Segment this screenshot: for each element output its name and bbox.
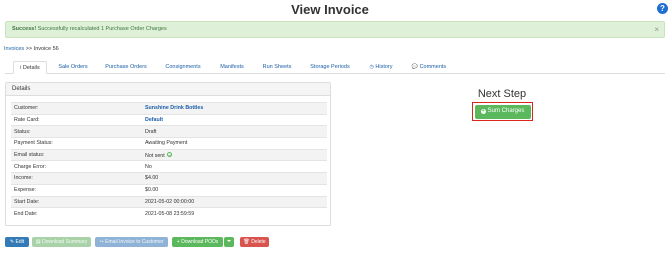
details-panel: Details Customer: Sunshine Drink Bottles …: [5, 82, 331, 226]
delete-label: Delete: [251, 239, 266, 245]
success-alert: Success! Successfully recalculated 1 Pur…: [5, 21, 665, 38]
tab-history[interactable]: ◷ History: [365, 61, 397, 74]
row-label: Rate Card:: [11, 113, 142, 126]
alert-message: Successfully recalculated 1 Purchase Ord…: [36, 26, 167, 32]
tab-label: Purchase Orders: [105, 64, 147, 70]
delete-button[interactable]: 🗑 Delete: [240, 237, 269, 247]
email-invoice-button[interactable]: ↪ Email Invoice to Customer: [95, 237, 168, 247]
info-icon: i: [20, 65, 22, 71]
breadcrumb: Invoices >> Invoice 56: [4, 46, 59, 52]
comment-icon: 💬: [411, 64, 419, 70]
breadcrumb-current: Invoice 56: [33, 46, 59, 52]
tab-label: Manifests: [220, 64, 244, 70]
edit-label: Edit: [15, 239, 25, 245]
clock-icon: ◷: [369, 64, 374, 70]
download-summary-button[interactable]: ▤ Download Summary: [32, 237, 91, 247]
tab-label: History: [375, 64, 393, 70]
row-label: Email status:: [11, 148, 142, 161]
caret-down-icon: [227, 240, 231, 242]
row-value: Default: [142, 113, 327, 126]
page-title: View Invoice: [291, 2, 369, 17]
table-row: Payment Status: Awaiting Payment: [11, 137, 327, 150]
tab-label: Storage Periods: [310, 64, 350, 70]
email-invoice-label: Email Invoice to Customer: [105, 239, 164, 245]
next-step-heading: Next Step: [477, 88, 527, 100]
table-row: Email status: Not sent: [11, 148, 327, 161]
row-label: Payment Status:: [11, 137, 142, 150]
row-value: Sunshine Drink Bottles: [142, 102, 327, 115]
download-pods-label: Download PODs: [181, 239, 219, 245]
download-pods-dropdown-toggle[interactable]: [224, 237, 234, 247]
row-value: 2021-05-02 00:00:00: [142, 195, 327, 208]
row-value: Not sent: [142, 148, 327, 161]
row-label: Status:: [11, 125, 142, 138]
tab-consignments[interactable]: Consignments: [162, 61, 204, 74]
table-row: Income: $4.00: [11, 172, 327, 185]
tab-details[interactable]: i Details: [13, 61, 47, 74]
pencil-icon: ✎: [9, 239, 15, 245]
breadcrumb-invoices-link[interactable]: Invoices: [4, 46, 24, 52]
tab-label: Consignments: [165, 64, 201, 70]
sum-charges-button[interactable]: + Sum Charges: [474, 104, 531, 119]
details-table: Customer: Sunshine Drink Bottles Rate Car…: [11, 102, 327, 220]
plus-circle-icon: +: [480, 107, 486, 114]
table-row: Rate Card: Default: [11, 113, 327, 126]
row-label: Start Date:: [11, 195, 142, 208]
table-row: Charge Error: No: [11, 160, 327, 173]
table-row: Customer: Sunshine Drink Bottles: [11, 102, 327, 115]
row-label: End Date:: [11, 207, 142, 220]
details-panel-heading: Details: [6, 83, 330, 96]
tab-label: Sale Orders: [58, 64, 88, 70]
row-value: $0.00: [142, 183, 327, 196]
file-icon: ▤: [35, 239, 41, 245]
tab-storage-periods[interactable]: Storage Periods: [307, 61, 353, 74]
tab-label: Details: [22, 65, 40, 71]
tab-purchase-orders[interactable]: Purchase Orders: [102, 61, 150, 74]
row-value: Draft: [142, 125, 327, 138]
check-circle-icon: [166, 152, 172, 158]
share-icon: ↪: [99, 239, 104, 245]
table-row: Expense: $0.00: [11, 183, 327, 196]
row-label: Expense:: [11, 183, 142, 196]
row-label: Income:: [11, 172, 142, 185]
edit-button[interactable]: ✎ Edit: [5, 237, 29, 247]
download-summary-label: Download Summary: [42, 239, 88, 245]
row-label: Charge Error:: [11, 160, 142, 173]
row-value: 2021-05-08 23:59:59: [142, 207, 327, 220]
alert-strong: Success!: [12, 26, 37, 32]
tab-comments[interactable]: 💬 Comments: [409, 61, 449, 74]
tab-manifests[interactable]: Manifests: [216, 61, 248, 74]
customer-link[interactable]: Sunshine Drink Bottles: [145, 105, 203, 111]
row-value: Awaiting Payment: [142, 137, 327, 150]
tab-label: Run Sheets: [262, 64, 292, 70]
table-row: Status: Draft: [11, 125, 327, 138]
email-status-value: Not sent: [145, 152, 165, 159]
tab-label: Comments: [419, 64, 447, 70]
tab-bar: i Details Sale Orders Purchase Orders Con…: [5, 61, 665, 74]
download-pods-button[interactable]: + Download PODs: [172, 237, 223, 247]
table-row: Start Date: 2021-05-02 00:00:00: [11, 195, 327, 208]
trash-icon: 🗑: [243, 239, 250, 245]
tab-run-sheets[interactable]: Run Sheets: [259, 61, 295, 74]
sum-charges-highlight: + Sum Charges: [472, 102, 533, 121]
tab-sale-orders[interactable]: Sale Orders: [55, 61, 91, 74]
close-icon[interactable]: ×: [654, 22, 659, 37]
plus-icon: +: [176, 239, 180, 245]
sum-charges-label: Sum Charges: [487, 107, 525, 114]
table-row: End Date: 2021-05-08 23:59:59: [11, 207, 327, 220]
rate-card-link[interactable]: Default: [145, 117, 163, 123]
row-label: Customer:: [11, 102, 142, 115]
row-value: $4.00: [142, 172, 327, 185]
row-value: No: [142, 160, 327, 173]
breadcrumb-separator: >>: [24, 46, 34, 52]
help-icon[interactable]: ?: [657, 3, 668, 14]
